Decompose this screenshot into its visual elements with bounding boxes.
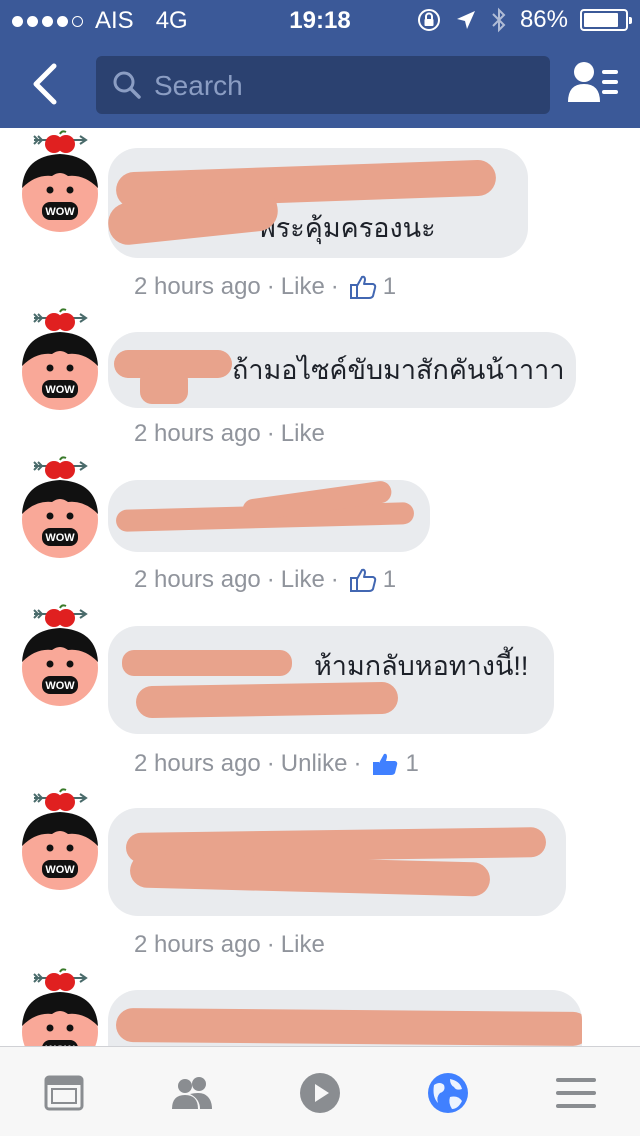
comment-meta: 2 hours ago · Like: [134, 931, 325, 959]
thumbs-up-filled-icon: [371, 751, 399, 777]
separator-dot: ·: [266, 750, 275, 777]
bottom-tab-bar: [0, 1046, 640, 1136]
redaction-mark: [115, 1007, 582, 1046]
separator-dot: ·: [330, 566, 339, 593]
comment-bubble[interactable]: [108, 808, 566, 916]
battery-percent: 86%: [519, 6, 568, 33]
comment-time: 2 hours ago: [134, 420, 261, 447]
like-link[interactable]: Like: [281, 273, 325, 301]
battery-tip: [629, 17, 632, 24]
avatar[interactable]: [14, 130, 106, 234]
separator-dot: ·: [266, 420, 275, 447]
search-placeholder: Search: [154, 70, 243, 101]
comment-text: ถ้ามอไซค์ขับมาสักคันน้าาาา: [232, 355, 565, 385]
avatar[interactable]: [14, 604, 106, 708]
status-bar: AIS 4G 19:18 86%: [0, 0, 640, 40]
thumbs-up-icon: [349, 567, 377, 593]
like-count[interactable]: 1: [383, 273, 396, 301]
redaction-mark: [140, 368, 188, 404]
friends-icon[interactable]: [170, 1071, 214, 1115]
bluetooth-icon: [492, 7, 506, 33]
comment-bubble[interactable]: [108, 480, 430, 552]
notifications-globe-icon[interactable]: [426, 1071, 470, 1115]
separator-dot: ·: [266, 273, 275, 300]
comment-meta: 2 hours ago · Like: [134, 420, 325, 448]
separator-dot: ·: [266, 566, 275, 593]
separator-dot: ·: [266, 931, 275, 958]
comment-time: 2 hours ago: [134, 931, 261, 958]
comment-text: ห้ามกลับหอทางนี้!!: [314, 651, 529, 681]
comment-bubble[interactable]: [108, 990, 582, 1046]
separator-dot: ·: [330, 273, 339, 300]
comments-list: พระคุ้มครองนะ 2 hours ago · Like · 1 ถ้า…: [0, 128, 640, 1046]
video-icon[interactable]: [298, 1071, 342, 1115]
like-link[interactable]: Like: [281, 931, 325, 959]
comment-meta: 2 hours ago · Unlike · 1: [134, 750, 419, 778]
top-nav-bar: Search: [0, 40, 640, 128]
menu-icon[interactable]: [554, 1071, 598, 1115]
comment-bubble[interactable]: ถ้ามอไซค์ขับมาสักคันน้าาาา: [108, 332, 576, 408]
redaction-mark: [129, 853, 491, 897]
status-icons: 86%: [416, 6, 632, 34]
back-chevron-icon[interactable]: [22, 60, 70, 108]
friend-requests-icon[interactable]: [568, 60, 620, 106]
comment-text: พระคุ้มครองนะ: [258, 213, 436, 243]
rotation-lock-icon: [417, 9, 440, 31]
comment-time: 2 hours ago: [134, 566, 261, 593]
like-link[interactable]: Like: [281, 566, 325, 594]
comment-bubble[interactable]: พระคุ้มครองนะ: [108, 148, 528, 258]
unlike-link[interactable]: Unlike: [281, 750, 348, 778]
news-feed-icon[interactable]: [42, 1071, 86, 1115]
location-arrow-icon: [456, 11, 475, 29]
avatar[interactable]: [14, 456, 106, 560]
like-link[interactable]: Like: [281, 420, 325, 448]
comment-meta: 2 hours ago · Like · 1: [134, 566, 396, 594]
avatar[interactable]: [14, 788, 106, 892]
avatar[interactable]: [14, 308, 106, 412]
like-count[interactable]: 1: [383, 566, 396, 594]
search-input[interactable]: Search: [96, 56, 550, 114]
avatar[interactable]: [14, 968, 106, 1046]
separator-dot: ·: [353, 750, 362, 777]
redaction-mark: [122, 650, 292, 676]
comment-time: 2 hours ago: [134, 273, 261, 300]
comment-meta: 2 hours ago · Like · 1: [134, 273, 396, 301]
battery-icon: [580, 9, 632, 31]
search-icon: [113, 71, 141, 99]
redaction-mark: [135, 681, 399, 719]
battery-level: [584, 13, 618, 27]
thumbs-up-icon: [349, 274, 377, 300]
like-count[interactable]: 1: [405, 750, 418, 778]
comment-time: 2 hours ago: [134, 750, 261, 777]
comment-bubble[interactable]: ห้ามกลับหอทางนี้!!: [108, 626, 554, 734]
